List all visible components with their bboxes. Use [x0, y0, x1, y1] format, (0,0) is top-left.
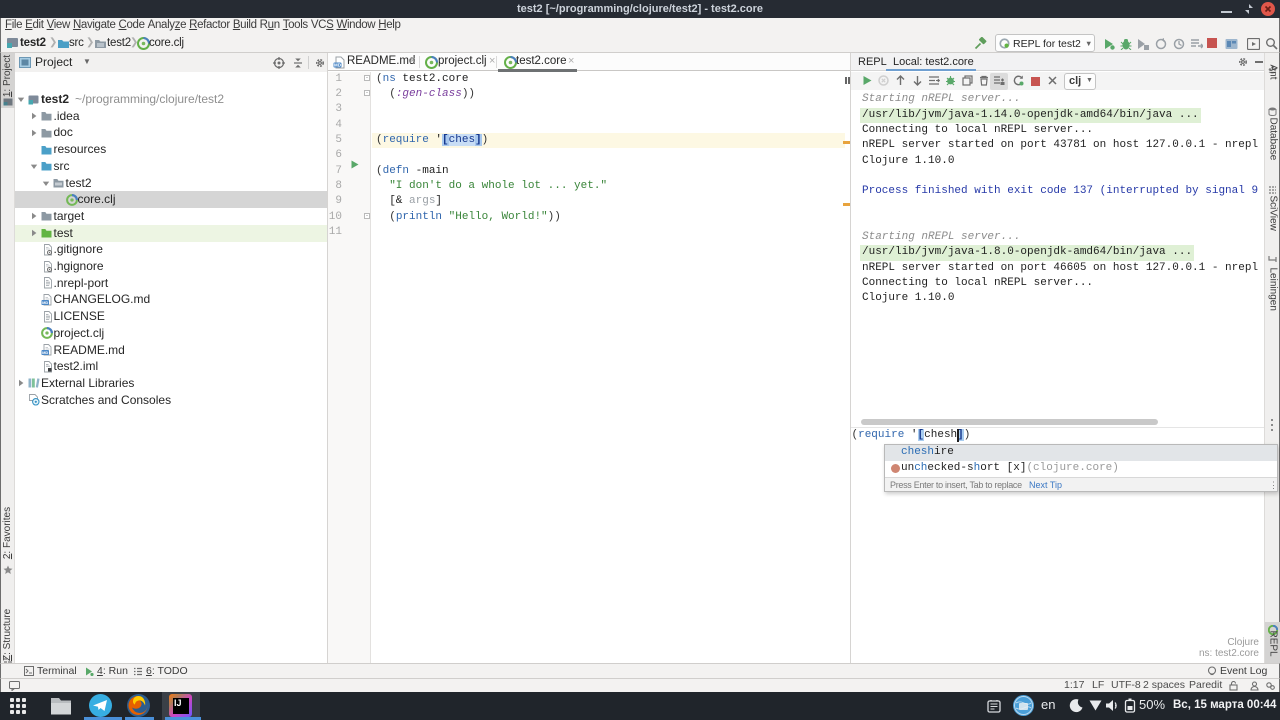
svg-text:MD: MD — [334, 63, 342, 68]
svg-text:MD: MD — [42, 350, 48, 355]
svg-text:MD: MD — [42, 300, 48, 305]
